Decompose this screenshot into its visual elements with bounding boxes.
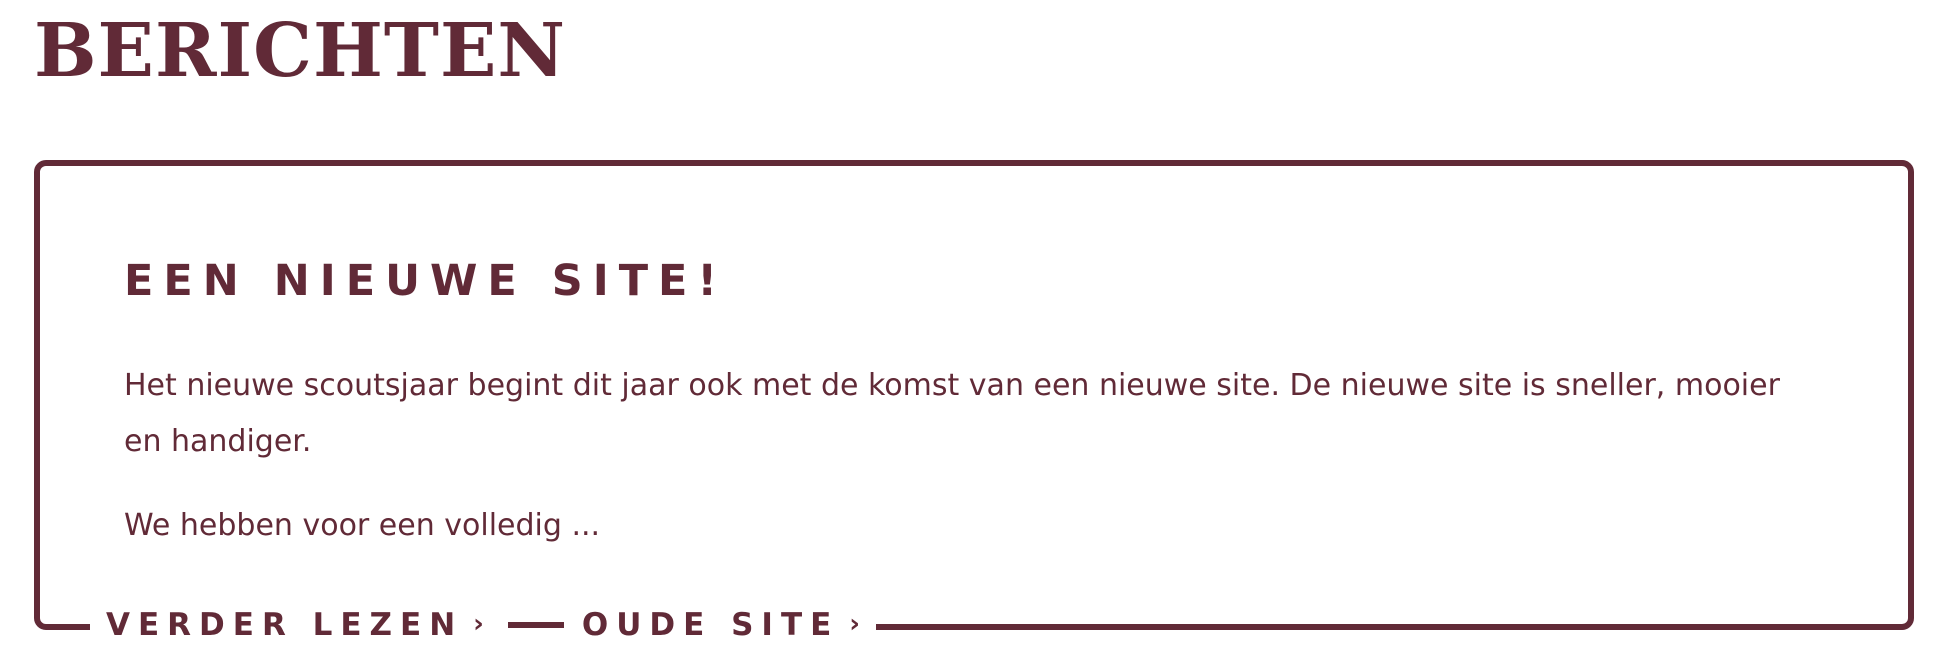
post-title[interactable]: EEN NIEUWE SITE! (124, 256, 727, 306)
read-more-link[interactable]: VERDER LEZEN › (106, 607, 484, 643)
chevron-right-icon: › (473, 609, 484, 639)
post-excerpt: Het nieuwe scoutsjaar begint dit jaar oo… (124, 358, 1824, 582)
action-divider (507, 622, 564, 628)
old-site-link[interactable]: OUDE SITE › (582, 607, 860, 643)
chevron-right-icon: › (849, 609, 860, 639)
old-site-label: OUDE SITE (581, 607, 840, 643)
post-actions: VERDER LEZEN › OUDE SITE › (90, 600, 876, 650)
page-title: BERICHTEN (34, 8, 566, 94)
read-more-label: VERDER LEZEN (106, 607, 464, 643)
excerpt-paragraph: Het nieuwe scoutsjaar begint dit jaar oo… (124, 368, 1780, 459)
excerpt-paragraph: We hebben voor een volledig ... (124, 508, 601, 543)
post-card: EEN NIEUWE SITE! Het nieuwe scoutsjaar b… (34, 160, 1914, 650)
